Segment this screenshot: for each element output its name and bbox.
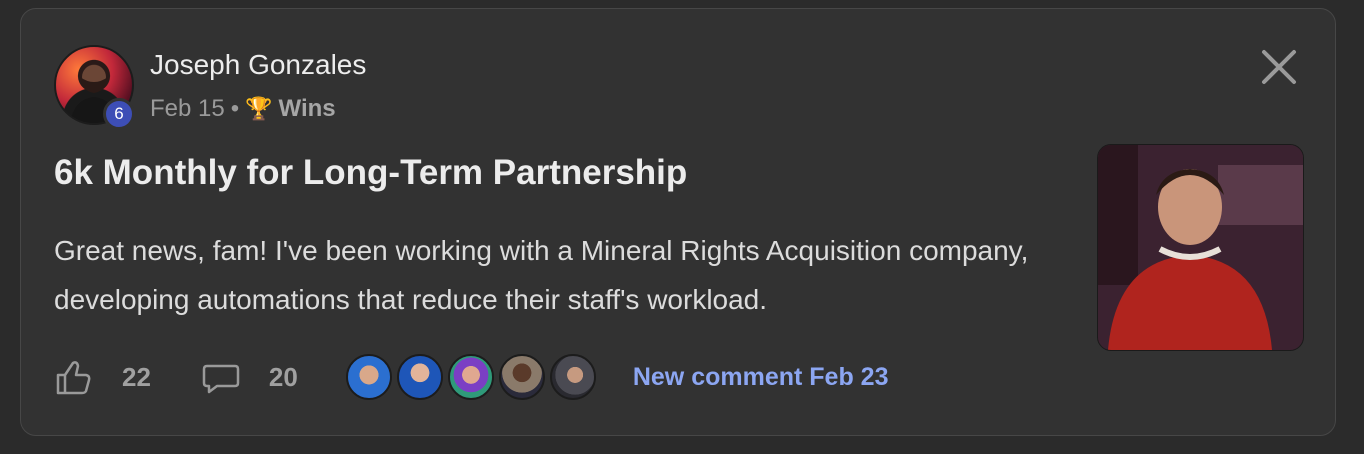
comment-count: 20 [268, 361, 298, 392]
commenter-avatars[interactable] [345, 354, 601, 400]
author-avatar-group[interactable]: 6 [54, 45, 135, 130]
commenter-avatar[interactable] [498, 354, 545, 400]
post-card[interactable]: 6 Joseph Gonzales Feb 15 • 🏆 Wins 6k Mon… [20, 8, 1336, 436]
commenter-avatar[interactable] [345, 354, 392, 400]
post-thumbnail[interactable] [1097, 144, 1304, 351]
commenter-avatar[interactable] [447, 354, 494, 400]
trophy-icon: 🏆 [245, 96, 273, 121]
new-comment-link[interactable]: New comment Feb 23 [633, 363, 889, 392]
comment-icon [202, 364, 240, 394]
level-badge: 6 [103, 98, 135, 130]
meta-separator: • [230, 95, 240, 122]
post-meta: Feb 15 • 🏆 Wins [150, 95, 336, 123]
thumbs-up-icon [56, 361, 91, 395]
commenter-avatar[interactable] [549, 354, 596, 400]
post-footer: 22 20 New comment Feb 23 [54, 354, 889, 400]
post-title[interactable]: 6k Monthly for Long-Term Partnership [54, 153, 687, 193]
post-body: Great news, fam! I've been working with … [54, 235, 1029, 315]
like-button[interactable]: 22 [54, 357, 151, 397]
commenter-avatar[interactable] [396, 354, 443, 400]
close-icon [1262, 50, 1296, 84]
like-count: 22 [122, 361, 151, 392]
post-category[interactable]: Wins [279, 95, 336, 123]
comment-button[interactable]: 20 [201, 357, 298, 397]
author-name[interactable]: Joseph Gonzales [150, 49, 366, 81]
close-button[interactable] [1259, 47, 1299, 87]
post-date: Feb 15 [150, 95, 225, 122]
